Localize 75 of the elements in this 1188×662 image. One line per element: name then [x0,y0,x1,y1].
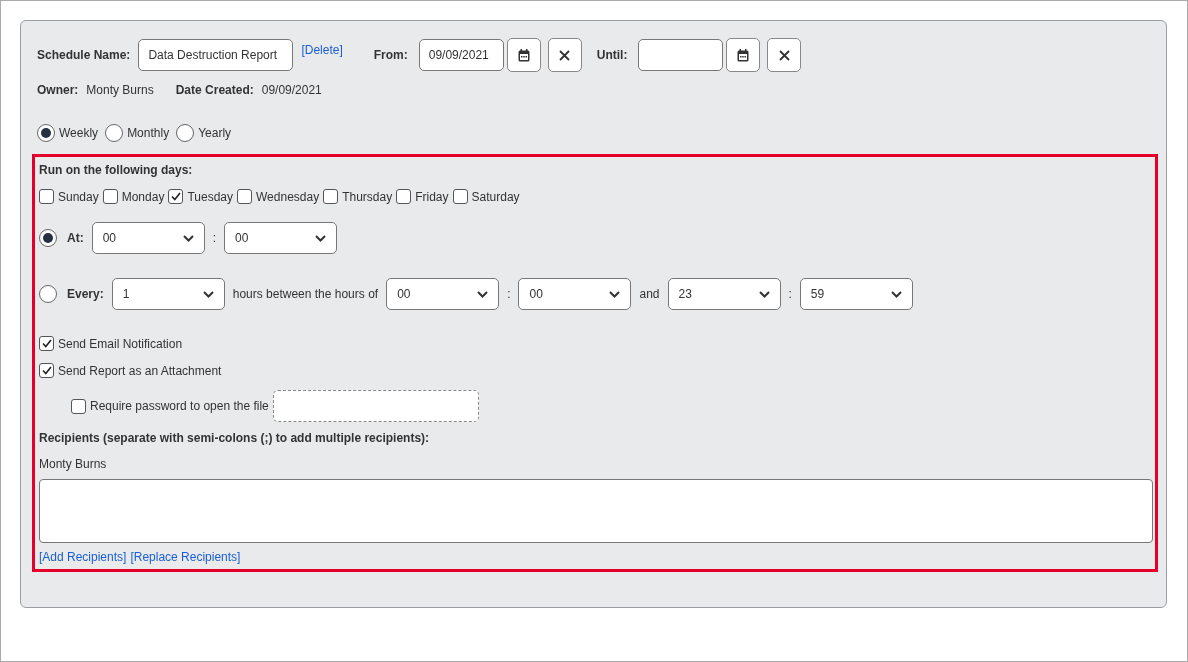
hours-between-text: hours between the hours of [232,287,379,301]
section-title: Run on the following days: [39,163,194,177]
chevron-icon [609,290,621,298]
owner-value: Monty Burns [86,83,154,97]
field-label: From: [373,48,408,62]
checkbox[interactable] [39,363,54,378]
clear-button[interactable] [547,38,582,72]
clear-button[interactable] [767,38,802,72]
time-separator: : [212,231,216,245]
close-icon [778,49,790,61]
field-label: Every: [67,287,104,301]
checkbox-label: Tuesday [187,189,233,204]
chevron-icon [202,290,214,298]
field-label: Schedule Name: [37,48,131,62]
recipients-link[interactable]: [Replace Recipients] [130,550,241,564]
time-separator: : [788,287,792,301]
calendar-icon [517,48,530,62]
from-date-field[interactable]: 09/09/2021 [418,39,504,71]
checkbox-label: Wednesday [256,189,320,204]
calendar-icon [737,48,750,62]
calendar-button[interactable] [506,38,541,72]
dropdown[interactable]: 00 [91,222,205,254]
checkbox[interactable] [396,189,412,204]
checkbox-label: Sunday [58,189,99,204]
password-field[interactable] [272,390,479,422]
recipients-textarea[interactable] [39,479,1153,543]
chevron-icon [315,234,326,242]
checkbox-label: Saturday [471,189,520,204]
checkbox[interactable] [71,398,86,414]
radio-label: Yearly [198,126,232,140]
dropdown[interactable]: 00 [518,278,632,310]
dropdown[interactable]: 59 [799,278,913,310]
schedule-name-field[interactable]: Data Destruction Report [138,39,294,71]
chevron-icon [758,290,770,298]
field-label: Until: [596,48,628,62]
checkbox[interactable] [39,336,54,351]
dropdown[interactable]: 00 [224,222,337,254]
recipient-name: Monty Burns [39,457,108,471]
radio-label: Weekly [59,126,99,140]
recipients-link[interactable]: [Add Recipients] [39,550,127,564]
chevron-icon [890,290,902,298]
field-label: Date Created: [175,83,254,97]
radio-button[interactable] [176,124,195,142]
field-label: Owner: [37,83,79,97]
checkbox-label: Send Report as an Attachment [58,363,222,378]
radio-button[interactable] [39,285,57,303]
checkbox-label: Friday [415,189,449,204]
dropdown[interactable]: 1 [111,278,225,310]
radio-label: Monthly [127,126,170,140]
date-created-value: 09/09/2021 [261,83,322,97]
and-text: and [639,287,660,301]
checkbox[interactable] [39,189,54,204]
checkbox[interactable] [452,189,468,204]
checkbox[interactable] [168,189,184,204]
close-icon [559,49,571,61]
checkbox[interactable] [102,189,118,204]
until-date-field[interactable] [638,39,724,71]
checkbox[interactable] [323,189,339,204]
radio-button[interactable] [37,124,55,142]
checkbox-label: Require password to open the file [90,399,269,413]
dropdown[interactable]: 23 [667,278,781,310]
calendar-button[interactable] [726,38,761,72]
checkbox-label: Send Email Notification [58,336,183,351]
chevron-icon [182,234,194,242]
delete-link[interactable]: [Delete] [301,43,343,57]
checkbox[interactable] [237,189,252,204]
dropdown[interactable]: 00 [386,278,500,310]
radio-button[interactable] [39,229,57,247]
chevron-icon [477,290,489,298]
radio-button[interactable] [105,124,124,142]
checkbox-label: Thursday [342,189,393,204]
field-label: At: [67,231,84,245]
time-separator: : [507,287,511,301]
checkbox-label: Monday [121,189,165,204]
section-title: Recipients (separate with semi-colons (;) to add multiple recipients): [39,431,431,445]
